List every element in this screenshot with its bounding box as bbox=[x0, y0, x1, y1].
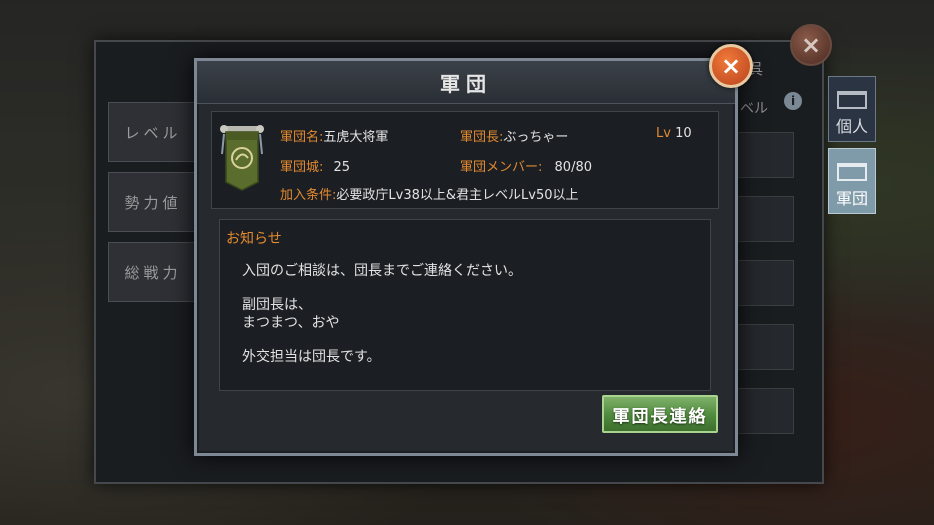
legion-name-value: 五虎大将軍 bbox=[323, 130, 389, 145]
legion-level: Lv 10 bbox=[656, 126, 692, 141]
tab-legion[interactable]: 軍団 bbox=[828, 148, 876, 214]
dialog-title-bar: 軍団 bbox=[197, 61, 735, 104]
panel-column-header: ベル bbox=[740, 101, 768, 117]
legion-level-value: 10 bbox=[675, 126, 692, 141]
legion-leader-value: ぶっちゃー bbox=[503, 130, 569, 145]
legion-castle-label: 軍団城: bbox=[280, 160, 324, 175]
legion-members-value: 80/80 bbox=[554, 160, 592, 175]
info-icon[interactable]: i bbox=[784, 92, 802, 110]
legion-leader: 軍団長:ぶっちゃー bbox=[460, 126, 568, 145]
panel-close-button[interactable]: × bbox=[790, 24, 832, 66]
scroll-frame-icon bbox=[837, 163, 867, 181]
tab-total-power[interactable]: 総戦力 bbox=[108, 242, 198, 302]
tab-level[interactable]: レベル bbox=[108, 102, 198, 162]
notice-line: 副団長は、 bbox=[242, 297, 312, 313]
legion-join-condition: 加入条件:必要政庁Lv38以上&君主レベルLv50以上 bbox=[280, 184, 578, 203]
close-icon: × bbox=[720, 52, 742, 80]
legion-info-dialog: 軍団 軍団名:五虎大将軍 軍団長:ぶっちゃー Lv 10 軍団城: 25 軍団メ… bbox=[194, 58, 738, 456]
legion-castle: 軍団城: 25 bbox=[280, 156, 350, 175]
scroll-frame-icon bbox=[837, 91, 867, 109]
notice-line: 入団のご相談は、団長までご連絡ください。 bbox=[242, 263, 522, 279]
tab-influence[interactable]: 勢力値 bbox=[108, 172, 198, 232]
legion-level-label: Lv bbox=[656, 126, 671, 141]
legion-banner-icon bbox=[220, 125, 264, 191]
notice-line: まつまつ、おや bbox=[242, 315, 340, 331]
legion-members: 軍団メンバー: 80/80 bbox=[460, 156, 592, 175]
tab-personal[interactable]: 個人 bbox=[828, 76, 876, 142]
dialog-close-button[interactable]: × bbox=[709, 44, 753, 88]
legion-members-label: 軍団メンバー: bbox=[460, 160, 543, 175]
legion-join-value: 必要政庁Lv38以上&君主レベルLv50以上 bbox=[336, 188, 579, 203]
notice-box: お知らせ 入団のご相談は、団長までご連絡ください。 副団長は、 まつまつ、おや … bbox=[219, 219, 711, 391]
notice-title: お知らせ bbox=[226, 231, 282, 247]
legion-join-label: 加入条件: bbox=[280, 188, 337, 203]
contact-leader-button[interactable]: 軍団長連絡 bbox=[602, 395, 718, 433]
notice-line: 外交担当は団長です。 bbox=[242, 349, 381, 365]
legion-leader-label: 軍団長: bbox=[460, 130, 504, 145]
legion-name-label: 軍団名: bbox=[280, 130, 324, 145]
legion-info-box: 軍団名:五虎大将軍 軍団長:ぶっちゃー Lv 10 軍団城: 25 軍団メンバー… bbox=[211, 111, 719, 209]
legion-castle-value: 25 bbox=[333, 160, 351, 175]
legion-name: 軍団名:五虎大将軍 bbox=[280, 126, 388, 145]
dialog-title: 軍団 bbox=[440, 71, 492, 96]
